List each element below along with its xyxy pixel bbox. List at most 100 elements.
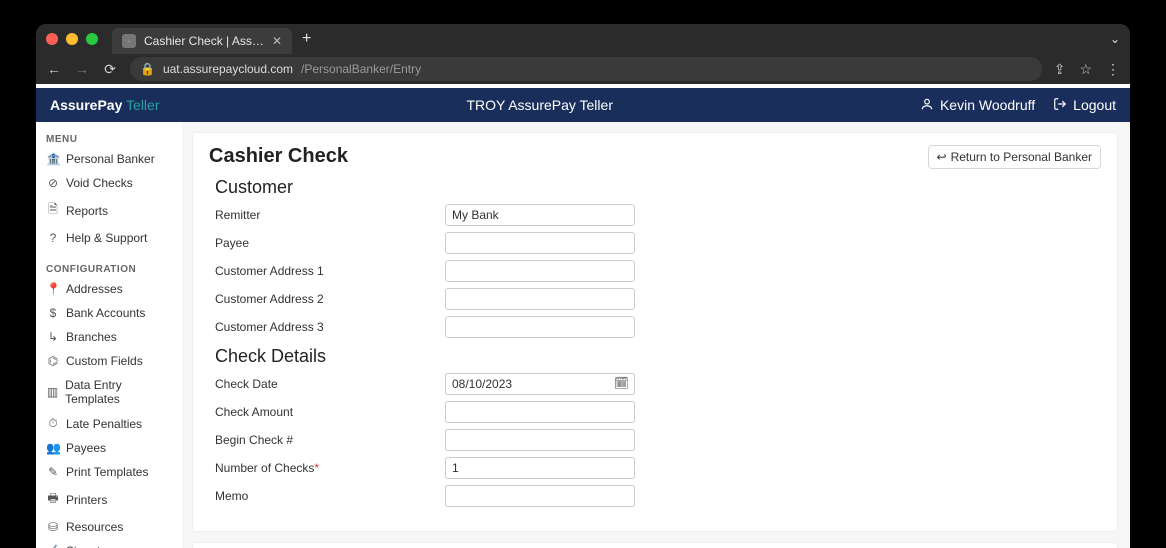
url-bar: ← → ⟳ 🔒 uat.assurepaycloud.com/PersonalB… — [36, 54, 1130, 84]
star-icon[interactable]: ☆ — [1079, 61, 1092, 78]
sidebar-item-late-penalties[interactable]: ⏱ Late Penalties — [36, 411, 182, 436]
sidebar: MENU 🏦Personal Banker⊘Void Checks🗎Report… — [36, 122, 182, 548]
sidebar-item-icon: ▥ — [46, 385, 59, 399]
payee-input[interactable] — [445, 232, 635, 254]
sidebar-item-label: Late Penalties — [66, 417, 142, 431]
sidebar-item-signatures[interactable]: ✍Signatures — [36, 539, 182, 548]
app-bar: AssurePay Teller TROY AssurePay Teller K… — [36, 88, 1130, 122]
sidebar-item-void-checks[interactable]: ⊘Void Checks — [36, 171, 182, 195]
maximize-window-icon[interactable] — [86, 33, 98, 45]
sidebar-item-icon: ↳ — [46, 330, 60, 344]
sidebar-item-label: Void Checks — [66, 176, 133, 190]
label-begin-check: Begin Check # — [215, 433, 445, 447]
sidebar-item-icon: ⌬ — [46, 354, 60, 368]
sidebar-item-icon: 🏦 — [46, 152, 60, 166]
minimize-window-icon[interactable] — [66, 33, 78, 45]
sidebar-item-icon: ? — [46, 231, 60, 245]
memo-input[interactable] — [445, 485, 635, 507]
sidebar-item-icon: ⏱ — [46, 416, 60, 431]
return-button[interactable]: ↩ Return to Personal Banker — [928, 145, 1101, 169]
reload-icon[interactable]: ⟳ — [102, 61, 118, 78]
sidebar-item-custom-fields[interactable]: ⌬ Custom Fields — [36, 349, 182, 373]
app-body: MENU 🏦Personal Banker⊘Void Checks🗎Report… — [36, 122, 1130, 548]
sidebar-item-label: Printers — [66, 493, 107, 507]
browser-action-icons: ⇪ ☆ ⋮ — [1054, 61, 1120, 78]
close-tab-icon[interactable]: ✕ — [272, 34, 282, 48]
sidebar-item-printers[interactable]: 🖶Printers — [36, 484, 182, 515]
sidebar-item-icon: $ — [46, 306, 60, 320]
begin-check-input[interactable] — [445, 429, 635, 451]
check-date-input[interactable] — [445, 373, 635, 395]
lock-icon: 🔒 — [140, 62, 155, 76]
sidebar-item-data-entry-templates[interactable]: ▥ Data Entry Templates — [36, 373, 182, 411]
sidebar-header-menu: MENU — [36, 130, 182, 147]
sidebar-item-print-templates[interactable]: ✎ Print Templates — [36, 460, 182, 484]
sidebar-item-label: Reports — [66, 204, 108, 218]
sidebar-item-label: Bank Accounts — [66, 306, 145, 320]
label-check-amount: Check Amount — [215, 405, 445, 419]
label-addr1: Customer Address 1 — [215, 264, 445, 278]
sidebar-item-label: Payees — [66, 441, 106, 455]
addr2-input[interactable] — [445, 288, 635, 310]
sidebar-item-label: Signatures — [66, 544, 123, 548]
sidebar-item-addresses[interactable]: 📍 Addresses — [36, 277, 182, 301]
url-host: uat.assurepaycloud.com — [163, 62, 293, 76]
sidebar-item-resources[interactable]: ⛁ Resources — [36, 515, 182, 539]
sidebar-item-payees[interactable]: 👥 Payees — [36, 436, 182, 460]
sidebar-item-label: Addresses — [66, 282, 123, 296]
tab-title: Cashier Check | AssurePayClo… — [144, 34, 264, 48]
sidebar-item-icon: 👥 — [46, 441, 60, 455]
addr3-input[interactable] — [445, 316, 635, 338]
section-check: Check Details — [209, 346, 1101, 367]
remitter-input[interactable] — [445, 204, 635, 226]
user-menu[interactable]: Kevin Woodruff — [920, 97, 1035, 114]
page-title: Cashier Check — [209, 145, 918, 168]
sidebar-item-label: Data Entry Templates — [65, 378, 172, 406]
label-check-date: Check Date — [215, 377, 445, 391]
label-addr3: Customer Address 3 — [215, 320, 445, 334]
back-icon[interactable]: ← — [46, 61, 62, 77]
addr1-input[interactable] — [445, 260, 635, 282]
user-icon — [920, 97, 934, 114]
appbar-title: TROY AssurePay Teller — [159, 97, 919, 113]
address-field[interactable]: 🔒 uat.assurepaycloud.com/PersonalBanker/… — [130, 57, 1042, 81]
sidebar-item-label: Custom Fields — [66, 354, 143, 368]
sidebar-item-icon: ⛁ — [46, 520, 60, 534]
window-controls — [46, 33, 98, 45]
viewport: AssurePay Teller TROY AssurePay Teller K… — [36, 84, 1130, 548]
num-checks-input[interactable] — [445, 457, 635, 479]
form-card: Cashier Check ↩ Return to Personal Banke… — [192, 132, 1118, 532]
brand: AssurePay Teller — [50, 97, 159, 113]
logout-link[interactable]: Logout — [1053, 97, 1116, 114]
section-customer: Customer — [209, 177, 1101, 198]
label-payee: Payee — [215, 236, 445, 250]
new-tab-button[interactable]: + — [302, 31, 311, 47]
sidebar-item-personal-banker[interactable]: 🏦Personal Banker — [36, 147, 182, 171]
label-num-checks: Number of Checks* — [215, 461, 445, 475]
action-bar: Clear Preview Print — [192, 542, 1118, 548]
logout-icon — [1053, 97, 1067, 114]
browser-tab[interactable]: · Cashier Check | AssurePayClo… ✕ — [112, 28, 292, 54]
sidebar-item-label: Branches — [66, 330, 117, 344]
sidebar-item-icon: ✎ — [46, 465, 60, 479]
sidebar-item-label: Help & Support — [66, 231, 147, 245]
share-icon[interactable]: ⇪ — [1054, 61, 1066, 78]
label-addr2: Customer Address 2 — [215, 292, 445, 306]
content: Cashier Check ↩ Return to Personal Banke… — [182, 122, 1130, 548]
sidebar-item-icon: 📍 — [46, 282, 60, 296]
titlebar: · Cashier Check | AssurePayClo… ✕ + ⌄ — [36, 24, 1130, 54]
window-menu-icon[interactable]: ⌄ — [1110, 32, 1120, 46]
kebab-menu-icon[interactable]: ⋮ — [1106, 61, 1120, 78]
forward-icon[interactable]: → — [74, 61, 90, 77]
sidebar-item-branches[interactable]: ↳ Branches — [36, 325, 182, 349]
sidebar-item-label: Resources — [66, 520, 123, 534]
sidebar-item-label: Print Templates — [66, 465, 148, 479]
sidebar-item-reports[interactable]: 🗎Reports — [36, 195, 182, 226]
favicon-icon: · — [122, 34, 136, 48]
label-memo: Memo — [215, 489, 445, 503]
return-icon: ↩ — [937, 150, 947, 164]
sidebar-item-bank-accounts[interactable]: $ Bank Accounts — [36, 301, 182, 325]
sidebar-item-help-support[interactable]: ? Help & Support — [36, 226, 182, 250]
close-window-icon[interactable] — [46, 33, 58, 45]
check-amount-input[interactable] — [445, 401, 635, 423]
